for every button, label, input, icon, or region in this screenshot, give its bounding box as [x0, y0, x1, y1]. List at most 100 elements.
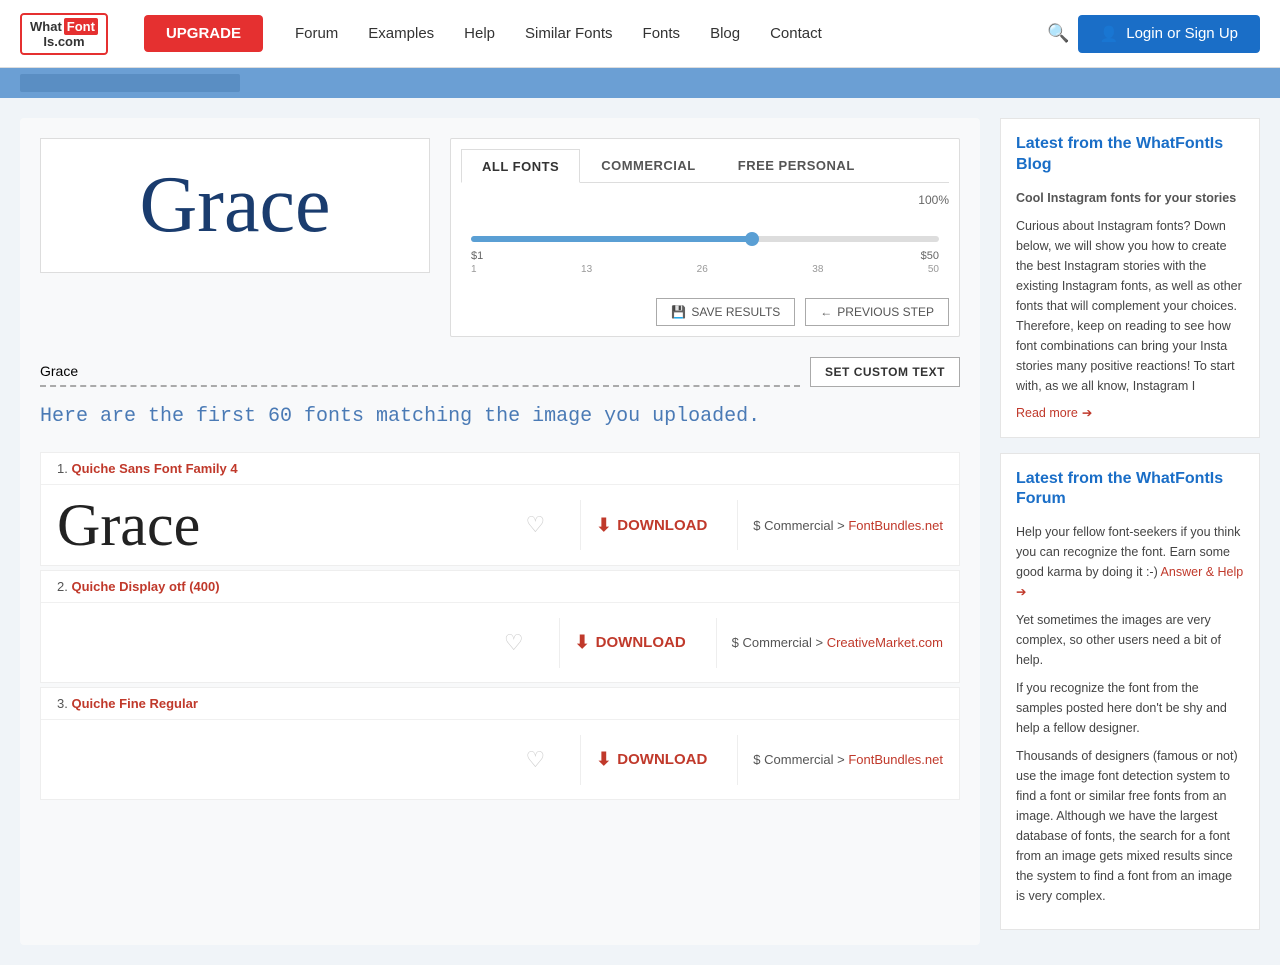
nav-help[interactable]: Help — [452, 17, 507, 50]
sidebar: Latest from the WhatFontIs Blog Cool Ins… — [1000, 118, 1260, 945]
sidebar-forum-section: Latest from the WhatFontIs Forum Help yo… — [1000, 453, 1260, 931]
font-result-body-3: ♡ ⬇ DOWNLOAD $ Commercial > FontBundles.… — [41, 719, 959, 799]
nav-forum[interactable]: Forum — [283, 17, 350, 50]
tick-38: 38 — [812, 264, 823, 275]
main-container: Grace ALL FONTS COMMERCIAL FREE PERSONAL… — [0, 98, 1280, 965]
commercial-link-3: $ Commercial > FontBundles.net — [753, 752, 943, 767]
nav-examples[interactable]: Examples — [356, 17, 446, 50]
sidebar-blog-title: Latest from the WhatFontIs Blog — [1016, 134, 1244, 176]
sidebar-blog-post-link[interactable]: Cool Instagram fonts for your stories — [1016, 191, 1236, 205]
progress-banner — [0, 68, 1280, 98]
set-custom-text-button[interactable]: SET CUSTOM TEXT — [810, 357, 960, 387]
slider-ticks: 1 13 26 38 50 — [471, 264, 939, 275]
slider-track — [471, 236, 939, 242]
arrow-icon: ➔ — [1016, 585, 1026, 599]
nav-similar-fonts[interactable]: Similar Fonts — [513, 17, 625, 50]
commercial-site-link-1[interactable]: FontBundles.net — [848, 518, 943, 533]
font-rank-1: 1. — [57, 461, 68, 476]
previous-step-button[interactable]: ← PREVIOUS STEP — [805, 298, 949, 326]
sidebar-answer-help-link[interactable]: Answer & Help — [1161, 565, 1244, 579]
favorite-button-2[interactable]: ♡ — [504, 630, 524, 656]
price-display: 100% — [461, 193, 949, 207]
top-section: Grace ALL FONTS COMMERCIAL FREE PERSONAL… — [40, 138, 960, 337]
sidebar-forum-text4: Thousands of designers (famous or not) u… — [1016, 746, 1244, 906]
favorite-button-1[interactable]: ♡ — [525, 512, 545, 538]
tick-1: 1 — [471, 264, 477, 275]
font-result-header-3: 3. Quiche Fine Regular — [41, 688, 959, 719]
font-result-body-1: Grace ♡ ⬇ DOWNLOAD $ Commercial > FontBu… — [41, 484, 959, 565]
sidebar-blog-post-title: Cool Instagram fonts for your stories — [1016, 188, 1244, 208]
arrow-circle-icon: ➔ — [1082, 405, 1092, 420]
tab-free-personal[interactable]: FREE PERSONAL — [717, 149, 876, 182]
download-icon-2: ⬇ — [575, 632, 590, 653]
commercial-link-1: $ Commercial > FontBundles.net — [753, 518, 943, 533]
user-icon: 👤 — [1100, 25, 1119, 43]
floppy-icon: 💾 — [671, 305, 686, 319]
divider-v2-3 — [737, 735, 738, 785]
font-result-2: 2. Quiche Display otf (400) ♡ ⬇ DOWNLOAD… — [40, 570, 960, 683]
commercial-link-2: $ Commercial > CreativeMarket.com — [732, 635, 943, 650]
divider-3 — [580, 735, 581, 785]
filter-panel: ALL FONTS COMMERCIAL FREE PERSONAL 100% … — [450, 138, 960, 337]
download-button-1[interactable]: ⬇ DOWNLOAD — [596, 515, 707, 536]
custom-text-input[interactable] — [40, 357, 800, 387]
divider-2 — [559, 618, 560, 668]
font-result-header-1: 1. Quiche Sans Font Family 4 — [41, 453, 959, 484]
sidebar-forum-title: Latest from the WhatFontIs Forum — [1016, 469, 1244, 511]
slider-fill — [471, 236, 752, 242]
main-nav: Forum Examples Help Similar Fonts Fonts … — [283, 17, 1039, 50]
sidebar-blog-section: Latest from the WhatFontIs Blog Cool Ins… — [1000, 118, 1260, 438]
tick-50: 50 — [928, 264, 939, 275]
sidebar-read-more-link[interactable]: Read more ➔ — [1016, 405, 1092, 420]
slider-max-label: $50 — [921, 250, 939, 262]
font-preview-box: Grace — [40, 138, 430, 273]
filter-tabs: ALL FONTS COMMERCIAL FREE PERSONAL — [461, 149, 949, 183]
download-button-3[interactable]: ⬇ DOWNLOAD — [596, 749, 707, 770]
download-button-2[interactable]: ⬇ DOWNLOAD — [575, 632, 686, 653]
sidebar-forum-text1: Help your fellow font-seekers if you thi… — [1016, 522, 1244, 602]
tab-all-fonts[interactable]: ALL FONTS — [461, 149, 580, 183]
font-result-header-2: 2. Quiche Display otf (400) — [41, 571, 959, 602]
font-result-1: 1. Quiche Sans Font Family 4 Grace ♡ ⬇ D… — [40, 452, 960, 566]
login-button[interactable]: 👤 Login or Sign Up — [1078, 15, 1260, 53]
font-rank-3: 3. — [57, 696, 68, 711]
header: WhatFont Is.com UPGRADE Forum Examples H… — [0, 0, 1280, 68]
save-results-button[interactable]: 💾 SAVE RESULTS — [656, 298, 795, 326]
search-icon: 🔍 — [1047, 23, 1069, 43]
slider-labels: $1 $50 — [471, 250, 939, 262]
font-name-link-1[interactable]: Quiche Sans Font Family 4 — [71, 461, 237, 476]
custom-text-row: SET CUSTOM TEXT — [40, 357, 960, 387]
tick-26: 26 — [697, 264, 708, 275]
matching-text: Here are the first 60 fonts matching the… — [40, 402, 960, 432]
font-name-link-3[interactable]: Quiche Fine Regular — [71, 696, 197, 711]
font-name-link-2[interactable]: Quiche Display otf (400) — [71, 579, 219, 594]
banner-inner — [20, 74, 240, 92]
sidebar-blog-post-text: Curious about Instagram fonts? Down belo… — [1016, 216, 1244, 396]
divider-1 — [580, 500, 581, 550]
content-area: Grace ALL FONTS COMMERCIAL FREE PERSONAL… — [20, 118, 980, 945]
download-icon-3: ⬇ — [596, 749, 611, 770]
sidebar-forum-text2: Yet sometimes the images are very comple… — [1016, 610, 1244, 670]
nav-blog[interactable]: Blog — [698, 17, 752, 50]
font-preview-text: Grace — [140, 160, 331, 251]
logo[interactable]: WhatFont Is.com — [20, 13, 114, 55]
nav-contact[interactable]: Contact — [758, 17, 834, 50]
nav-fonts[interactable]: Fonts — [631, 17, 693, 50]
font-result-3: 3. Quiche Fine Regular ♡ ⬇ DOWNLOAD $ Co… — [40, 687, 960, 800]
divider-v2-1 — [737, 500, 738, 550]
commercial-site-link-2[interactable]: CreativeMarket.com — [827, 635, 943, 650]
font-sample-1: Grace — [57, 495, 525, 555]
slider-thumb[interactable] — [745, 232, 759, 246]
commercial-site-link-3[interactable]: FontBundles.net — [848, 752, 943, 767]
font-rank-2: 2. — [57, 579, 68, 594]
tab-commercial[interactable]: COMMERCIAL — [580, 149, 717, 182]
tick-13: 13 — [581, 264, 592, 275]
search-icon-button[interactable]: 🔍 — [1039, 15, 1077, 52]
divider-v2-2 — [716, 618, 717, 668]
sidebar-forum-text3: If you recognize the font from the sampl… — [1016, 678, 1244, 738]
filter-buttons: 💾 SAVE RESULTS ← PREVIOUS STEP — [461, 298, 949, 326]
upgrade-button[interactable]: UPGRADE — [144, 15, 263, 52]
download-icon-1: ⬇ — [596, 515, 611, 536]
slider-min-label: $1 — [471, 250, 483, 262]
favorite-button-3[interactable]: ♡ — [525, 747, 545, 773]
